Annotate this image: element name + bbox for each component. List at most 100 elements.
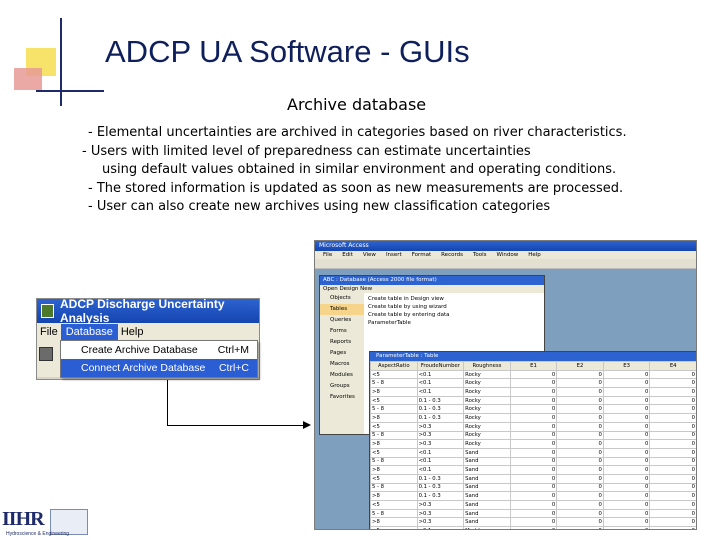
table-cell[interactable]: 0 bbox=[556, 439, 604, 449]
table-cell[interactable]: <5 bbox=[370, 421, 418, 432]
table-column-header[interactable]: E3 bbox=[602, 361, 651, 371]
table-row[interactable]: 5 - 8 0.1 - 0.3 Sand 0 0 0 0 bbox=[370, 482, 696, 493]
table-cell[interactable]: 0 bbox=[556, 491, 604, 501]
table-cell[interactable]: <5 bbox=[370, 500, 418, 510]
table-row[interactable]: <5 0.1 - 0.3 Sand 0 0 0 0 bbox=[370, 473, 696, 484]
table-cell[interactable]: 5 - 8 bbox=[370, 482, 418, 493]
table-cell[interactable]: 0 bbox=[556, 526, 604, 529]
table-cell[interactable]: 0 bbox=[509, 526, 558, 529]
table-cell[interactable]: 0 bbox=[649, 500, 696, 510]
table-row[interactable]: >8 >0.3 Sand 0 0 0 0 bbox=[370, 517, 696, 528]
table-cell[interactable]: >8 bbox=[370, 387, 418, 397]
table-cell[interactable]: Sand bbox=[463, 482, 511, 493]
table-cell[interactable]: 0 bbox=[649, 413, 696, 423]
table-cell[interactable]: >8 bbox=[370, 517, 418, 528]
table-row[interactable]: <5 >0.3 Rocky 0 0 0 0 bbox=[370, 421, 696, 432]
table-cell[interactable]: 0 bbox=[556, 421, 604, 432]
table-cell[interactable]: 5 - 8 bbox=[370, 404, 418, 415]
table-cell[interactable]: 0 bbox=[509, 369, 558, 380]
table-cell[interactable]: 0 bbox=[649, 369, 696, 380]
toolbar-icon[interactable] bbox=[39, 347, 53, 361]
table-row[interactable]: <5 0.1 - 0.3 Rocky 0 0 0 0 bbox=[370, 395, 696, 406]
objects-sidebar-item[interactable]: Reports bbox=[320, 337, 364, 348]
table-row[interactable]: >8 <0.1 Sand 0 0 0 0 bbox=[370, 465, 696, 475]
access-menu-item[interactable]: Records bbox=[441, 251, 463, 259]
table-cell[interactable]: 0 bbox=[556, 387, 604, 397]
table-cell[interactable]: 0 bbox=[556, 447, 604, 458]
table-row[interactable]: 5 - 8 >0.3 Rocky 0 0 0 0 bbox=[370, 430, 696, 441]
objects-sidebar-item[interactable]: Macros bbox=[320, 359, 364, 370]
menu-item-connect-archive[interactable]: Connect Archive Database Ctrl+C bbox=[61, 359, 257, 377]
table-row[interactable]: <5 >0.3 Sand 0 0 0 0 bbox=[370, 500, 696, 510]
table-cell[interactable]: >8 bbox=[370, 465, 418, 475]
table-cell[interactable]: 0 bbox=[649, 378, 696, 389]
table-cell[interactable]: Sand bbox=[463, 517, 511, 528]
table-column-header[interactable]: AspectRatio bbox=[370, 361, 418, 371]
objects-sidebar-item[interactable]: Tables bbox=[320, 304, 364, 315]
table-cell[interactable]: 0 bbox=[556, 395, 604, 406]
objects-list-item[interactable]: Create table in Design view bbox=[368, 295, 450, 303]
table-cell[interactable]: 0 bbox=[556, 404, 604, 415]
table-cell[interactable]: 0 bbox=[602, 413, 651, 423]
table-cell[interactable]: 0 bbox=[602, 430, 651, 441]
table-cell[interactable]: <0.1 bbox=[416, 447, 465, 458]
table-cell[interactable]: >0.3 bbox=[416, 517, 465, 528]
table-cell[interactable]: 0 bbox=[509, 395, 558, 406]
table-cell[interactable]: 0 bbox=[509, 378, 558, 389]
table-cell[interactable]: 0 bbox=[649, 395, 696, 406]
table-cell[interactable]: Rocky bbox=[463, 378, 511, 389]
table-cell[interactable]: 0 bbox=[649, 456, 696, 467]
menu-database[interactable]: Database bbox=[60, 324, 118, 340]
table-cell[interactable]: 0.1 - 0.3 bbox=[416, 491, 465, 501]
table-cell[interactable]: 0 bbox=[649, 430, 696, 441]
table-cell[interactable]: Rocky bbox=[463, 387, 511, 397]
table-cell[interactable]: 0 bbox=[509, 413, 558, 423]
table-cell[interactable]: 0 bbox=[649, 508, 696, 519]
table-cell[interactable]: <5 bbox=[370, 395, 418, 406]
table-cell[interactable]: 0.1 - 0.3 bbox=[416, 473, 465, 484]
objects-sidebar-item[interactable]: Objects bbox=[320, 293, 364, 304]
table-cell[interactable]: 0 bbox=[602, 508, 651, 519]
table-row[interactable]: >8 >0.3 Rocky 0 0 0 0 bbox=[370, 439, 696, 449]
access-menu-item[interactable]: Window bbox=[497, 251, 519, 259]
table-cell[interactable]: 0 bbox=[602, 526, 651, 529]
table-cell[interactable]: 0 bbox=[649, 526, 696, 529]
table-row[interactable]: 5 - 8 0.1 - 0.3 Rocky 0 0 0 0 bbox=[370, 404, 696, 415]
table-cell[interactable]: Rocky bbox=[463, 421, 511, 432]
table-cell[interactable]: 0.1 - 0.3 bbox=[416, 404, 465, 415]
table-cell[interactable]: 0 bbox=[509, 430, 558, 441]
table-cell[interactable]: 0 bbox=[556, 500, 604, 510]
access-menu-item[interactable]: Insert bbox=[386, 251, 402, 259]
table-cell[interactable]: 5 - 8 bbox=[370, 456, 418, 467]
objects-list-item[interactable]: ParameterTable bbox=[368, 319, 450, 327]
objects-sidebar-item[interactable]: Forms bbox=[320, 326, 364, 337]
table-cell[interactable]: 0 bbox=[649, 439, 696, 449]
table-cell[interactable]: 0 bbox=[556, 413, 604, 423]
table-cell[interactable]: 0 bbox=[556, 378, 604, 389]
table-row[interactable]: 5 - 8 <0.1 Sand 0 0 0 0 bbox=[370, 456, 696, 467]
objects-sidebar-item[interactable]: Groups bbox=[320, 381, 364, 392]
table-cell[interactable]: 0.1 - 0.3 bbox=[416, 395, 465, 406]
table-cell[interactable]: 0 bbox=[509, 404, 558, 415]
table-cell[interactable]: 0 bbox=[556, 456, 604, 467]
table-cell[interactable]: Sand bbox=[463, 465, 511, 475]
table-cell[interactable]: 0 bbox=[649, 387, 696, 397]
table-row[interactable]: <5 <0.1 Rocky 0 0 0 0 bbox=[370, 369, 696, 380]
table-column-header[interactable]: E1 bbox=[509, 361, 558, 371]
objects-sidebar-item[interactable]: Favorites bbox=[320, 392, 364, 403]
table-cell[interactable]: 0 bbox=[509, 465, 558, 475]
table-cell[interactable]: 0 bbox=[602, 439, 651, 449]
menu-item-create-archive[interactable]: Create Archive Database Ctrl+M bbox=[61, 341, 257, 359]
access-menu-item[interactable]: Format bbox=[412, 251, 431, 259]
table-cell[interactable]: 5 - 8 bbox=[370, 508, 418, 519]
table-cell[interactable]: 0 bbox=[602, 447, 651, 458]
table-cell[interactable]: 0.1 - 0.3 bbox=[416, 482, 465, 493]
access-menu-item[interactable]: Edit bbox=[342, 251, 353, 259]
table-cell[interactable]: 0 bbox=[556, 473, 604, 484]
table-column-header[interactable]: Roughness bbox=[463, 361, 511, 371]
table-cell[interactable]: 0 bbox=[649, 447, 696, 458]
table-cell[interactable]: 0 bbox=[649, 491, 696, 501]
table-cell[interactable]: 0 bbox=[602, 500, 651, 510]
table-cell[interactable]: 5 - 8 bbox=[370, 378, 418, 389]
table-cell[interactable]: 0.1 - 0.3 bbox=[416, 413, 465, 423]
